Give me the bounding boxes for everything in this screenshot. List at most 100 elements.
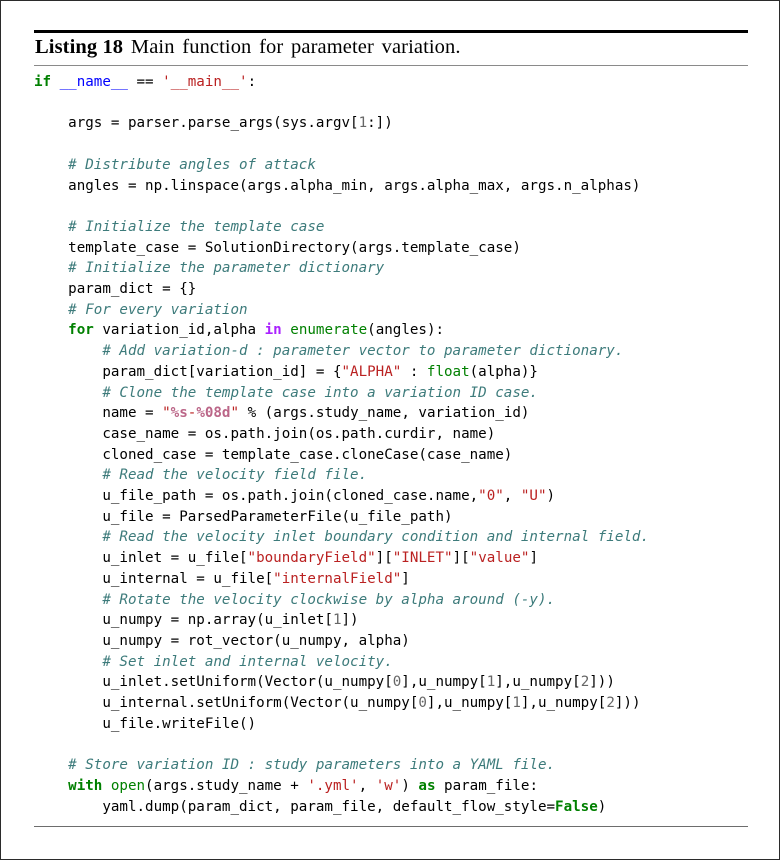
code-token: ][ xyxy=(375,550,393,567)
code-token: # Read the velocity field file. xyxy=(34,467,368,484)
code-token: ] xyxy=(401,570,410,587)
code-token: if xyxy=(34,74,60,90)
code-token: 1 xyxy=(332,612,342,629)
code-token: '__main__' xyxy=(162,74,248,90)
code-line: # Add variation-d : parameter vector to … xyxy=(34,341,748,362)
code-listing-float: Listing 18 Main function for parameter v… xyxy=(34,30,748,828)
code-token: in xyxy=(264,322,282,339)
code-token: (alpha)} xyxy=(469,363,538,380)
code-token: 'w' xyxy=(375,777,402,794)
code-token: ],u_numpy[ xyxy=(495,674,581,691)
code-token: ) xyxy=(401,777,419,794)
code-line: for variation_id,alpha in enumerate(angl… xyxy=(34,320,748,341)
code-token: ])) xyxy=(614,695,641,712)
code-token: ) xyxy=(546,488,556,505)
code-token: ) xyxy=(597,798,607,815)
code-token: ])) xyxy=(589,674,615,691)
code-line: cloned_case = template_case.cloneCase(ca… xyxy=(34,445,748,466)
code-token: u_internal = u_file[ xyxy=(34,570,274,587)
code-token: param_dict[variation_id] = { xyxy=(34,363,342,380)
code-token: # Clone the template case into a variati… xyxy=(34,384,538,401)
code-token: False xyxy=(555,798,598,815)
code-token: ]) xyxy=(341,612,359,629)
code-token: u_numpy = rot_vector(u_numpy, alpha) xyxy=(34,632,410,649)
code-line: u_internal.setUniform(Vector(u_numpy[0],… xyxy=(34,693,748,714)
code-token: u_numpy = np.array(u_inlet[ xyxy=(34,612,333,629)
code-line: # Initialize the template case xyxy=(34,217,748,238)
code-token: "value" xyxy=(469,550,530,567)
code-token: 1 xyxy=(358,115,368,132)
code-token: : xyxy=(401,363,427,380)
code-line: # Clone the template case into a variati… xyxy=(34,383,748,404)
code-block: if __name__ == '__main__': args = parser… xyxy=(34,66,748,817)
code-token: # Rotate the velocity clockwise by alpha… xyxy=(34,591,556,608)
code-line: with open(args.study_name + '.yml', 'w')… xyxy=(34,776,748,797)
listing-bottom-rule xyxy=(34,826,748,828)
code-token: name = xyxy=(34,405,163,422)
code-token: # Initialize the template case xyxy=(34,218,325,235)
code-token: # Initialize the parameter dictionary xyxy=(34,260,385,277)
code-token: "INLET" xyxy=(392,550,453,567)
code-line: angles = np.linspace(args.alpha_min, arg… xyxy=(34,176,748,197)
code-token: "internalField" xyxy=(273,570,402,587)
code-token: template_case = SolutionDirectory(args.t… xyxy=(34,239,521,256)
code-token: for xyxy=(34,322,103,339)
code-line: yaml.dump(param_dict, param_file, defaul… xyxy=(34,797,748,818)
code-line: # Rotate the velocity clockwise by alpha… xyxy=(34,590,748,611)
code-token: " xyxy=(230,405,240,422)
code-token: "U" xyxy=(520,488,547,505)
code-line: param_dict = {} xyxy=(34,279,748,300)
code-token: ] xyxy=(529,550,538,567)
code-token: as xyxy=(418,777,436,794)
code-token: , xyxy=(358,777,376,794)
code-line: u_numpy = rot_vector(u_numpy, alpha) xyxy=(34,631,748,652)
code-line: case_name = os.path.join(os.path.curdir,… xyxy=(34,424,748,445)
code-token: u_internal.setUniform(Vector(u_numpy[ xyxy=(34,695,419,712)
code-line: # For every variation xyxy=(34,300,748,321)
code-token: '.yml' xyxy=(307,777,359,794)
code-line: u_file = ParsedParameterFile(u_file_path… xyxy=(34,507,748,528)
code-token: variation_id,alpha xyxy=(102,322,265,339)
code-token: : xyxy=(247,74,257,90)
code-token: :]) xyxy=(367,115,393,132)
code-token: # Read the velocity inlet boundary condi… xyxy=(34,529,649,546)
code-token: ],u_numpy[ xyxy=(401,674,487,691)
listing-caption-text: Main function for parameter variation. xyxy=(130,36,461,58)
code-token: 2 xyxy=(580,674,590,691)
code-token: u_file.writeFile() xyxy=(34,715,257,732)
code-line: # Read the velocity field file. xyxy=(34,465,748,486)
code-token: float xyxy=(426,363,470,380)
code-token: with xyxy=(34,777,111,794)
code-token: u_file_path = os.path.join(cloned_case.n… xyxy=(34,488,479,505)
code-line: template_case = SolutionDirectory(args.t… xyxy=(34,238,748,259)
code-token: "0" xyxy=(478,488,504,505)
code-line: u_file_path = os.path.join(cloned_case.n… xyxy=(34,486,748,507)
code-line: param_dict[variation_id] = {"ALPHA" : fl… xyxy=(34,362,748,383)
code-token: u_inlet.setUniform(Vector(u_numpy[ xyxy=(34,674,393,691)
listing-page: Listing 18 Main function for parameter v… xyxy=(0,0,780,860)
code-line: name = "%s-%08d" % (args.study_name, var… xyxy=(34,403,748,424)
code-token: 1 xyxy=(486,674,496,691)
code-token: # Distribute angles of attack xyxy=(34,156,316,173)
code-token: args = parser.parse_args(sys.argv[ xyxy=(34,115,359,132)
code-token: %08d xyxy=(196,405,231,422)
listing-caption-label: Listing 18 xyxy=(35,36,124,58)
code-token: # Add variation-d : parameter vector to … xyxy=(34,343,624,360)
code-line: # Initialize the parameter dictionary xyxy=(34,258,748,279)
code-token: # Store variation ID : study parameters … xyxy=(34,757,556,774)
code-token: %s xyxy=(170,405,188,422)
code-token: 0 xyxy=(418,695,427,712)
code-line: args = parser.parse_args(sys.argv[1:]) xyxy=(34,113,748,134)
code-line: # Read the velocity inlet boundary condi… xyxy=(34,527,748,548)
code-token: 1 xyxy=(512,695,521,712)
code-token: (args.study_name + xyxy=(145,777,308,794)
code-token: # Set inlet and internal velocity. xyxy=(34,653,393,670)
code-line: u_file.writeFile() xyxy=(34,714,748,735)
code-token: 0 xyxy=(392,674,402,691)
code-token: angles = np.linspace(args.alpha_min, arg… xyxy=(34,177,641,194)
code-token: ][ xyxy=(452,550,470,567)
